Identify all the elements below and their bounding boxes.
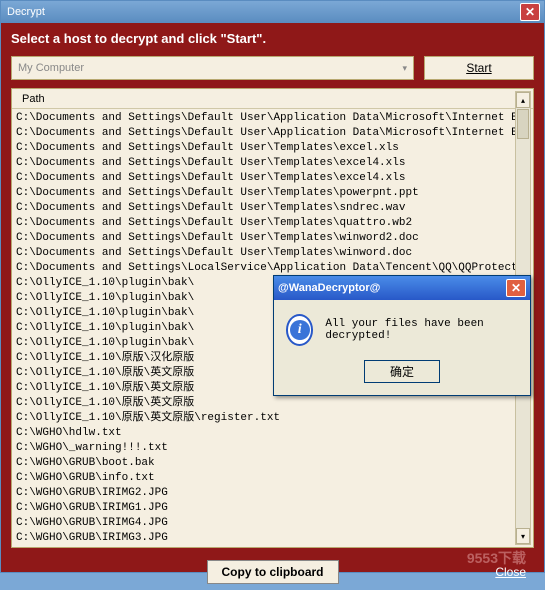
- start-button[interactable]: Start: [424, 56, 534, 80]
- file-row[interactable]: C:\Documents and Settings\Default User\T…: [16, 186, 529, 201]
- file-row[interactable]: C:\Documents and Settings\Default User\A…: [16, 111, 529, 126]
- scroll-up-button[interactable]: ▴: [516, 92, 530, 108]
- instruction-text: Select a host to decrypt and click "Star…: [11, 31, 534, 46]
- host-select-value: My Computer: [18, 62, 84, 74]
- file-row[interactable]: C:\WGHO\GRUB\info.txt: [16, 471, 529, 486]
- file-row[interactable]: C:\WGHO\GRUB\IRIMG1.JPG: [16, 501, 529, 516]
- bottom-bar: Copy to clipboard Close: [1, 554, 544, 590]
- file-row[interactable]: C:\OllyICE_1.10\原版\英文原版\register.txt: [16, 411, 529, 426]
- dialog-body: i All your files have been decrypted! 确定: [274, 300, 530, 395]
- title-bar: Decrypt ✕: [1, 1, 544, 23]
- file-row[interactable]: C:\WGHO\GRUB\IRIMG3.JPG: [16, 531, 529, 546]
- file-row[interactable]: C:\OllyICE_1.10\原版\英文原版: [16, 396, 529, 411]
- top-controls: My Computer ▾ Start: [11, 56, 534, 80]
- file-row[interactable]: C:\Documents and Settings\Default User\T…: [16, 156, 529, 171]
- dialog-title: @WanaDecryptor@: [278, 282, 506, 294]
- file-row[interactable]: C:\WGHO\GRUB\IRIMG2.JPG: [16, 486, 529, 501]
- file-row[interactable]: C:\Documents and Settings\Default User\T…: [16, 171, 529, 186]
- dialog-title-bar: @WanaDecryptor@ ✕: [274, 276, 530, 300]
- file-row[interactable]: C:\Documents and Settings\Default User\T…: [16, 246, 529, 261]
- dialog-message: All your files have been decrypted!: [325, 318, 518, 342]
- decrypt-window: Decrypt ✕ Select a host to decrypt and c…: [0, 0, 545, 573]
- scroll-down-button[interactable]: ▾: [516, 528, 530, 544]
- file-row[interactable]: C:\Documents and Settings\Default User\A…: [16, 126, 529, 141]
- copy-to-clipboard-button[interactable]: Copy to clipboard: [207, 560, 339, 584]
- window-close-button[interactable]: ✕: [520, 3, 540, 21]
- dialog-ok-button[interactable]: 确定: [364, 360, 440, 383]
- file-row[interactable]: C:\Documents and Settings\Default User\T…: [16, 141, 529, 156]
- message-dialog: @WanaDecryptor@ ✕ i All your files have …: [273, 275, 531, 396]
- close-link[interactable]: Close: [495, 565, 526, 579]
- info-icon: i: [286, 314, 313, 346]
- file-row[interactable]: C:\Documents and Settings\LocalService\A…: [16, 261, 529, 276]
- file-row[interactable]: C:\WGHO\GRUB\boot.bak: [16, 456, 529, 471]
- window-title: Decrypt: [5, 6, 520, 18]
- close-icon: ✕: [511, 281, 521, 295]
- dialog-message-row: i All your files have been decrypted!: [286, 314, 518, 346]
- scroll-thumb[interactable]: [517, 109, 529, 139]
- file-row[interactable]: C:\WGHO\hdlw.txt: [16, 426, 529, 441]
- column-header-path[interactable]: Path: [12, 89, 533, 109]
- chevron-down-icon: ▾: [402, 63, 407, 74]
- file-row[interactable]: C:\Documents and Settings\Default User\T…: [16, 231, 529, 246]
- file-row[interactable]: C:\Documents and Settings\Default User\T…: [16, 201, 529, 216]
- file-row[interactable]: C:\WGHO\_warning!!!.txt: [16, 441, 529, 456]
- file-row[interactable]: C:\WGHO\GRUB\ysazxx.txt: [16, 546, 529, 548]
- file-row[interactable]: C:\Documents and Settings\Default User\T…: [16, 216, 529, 231]
- start-label: Start: [466, 61, 491, 75]
- info-glyph: i: [290, 320, 310, 340]
- file-row[interactable]: C:\WGHO\GRUB\IRIMG4.JPG: [16, 516, 529, 531]
- dialog-close-button[interactable]: ✕: [506, 279, 526, 297]
- host-select[interactable]: My Computer ▾: [11, 56, 414, 80]
- close-icon: ✕: [525, 5, 535, 19]
